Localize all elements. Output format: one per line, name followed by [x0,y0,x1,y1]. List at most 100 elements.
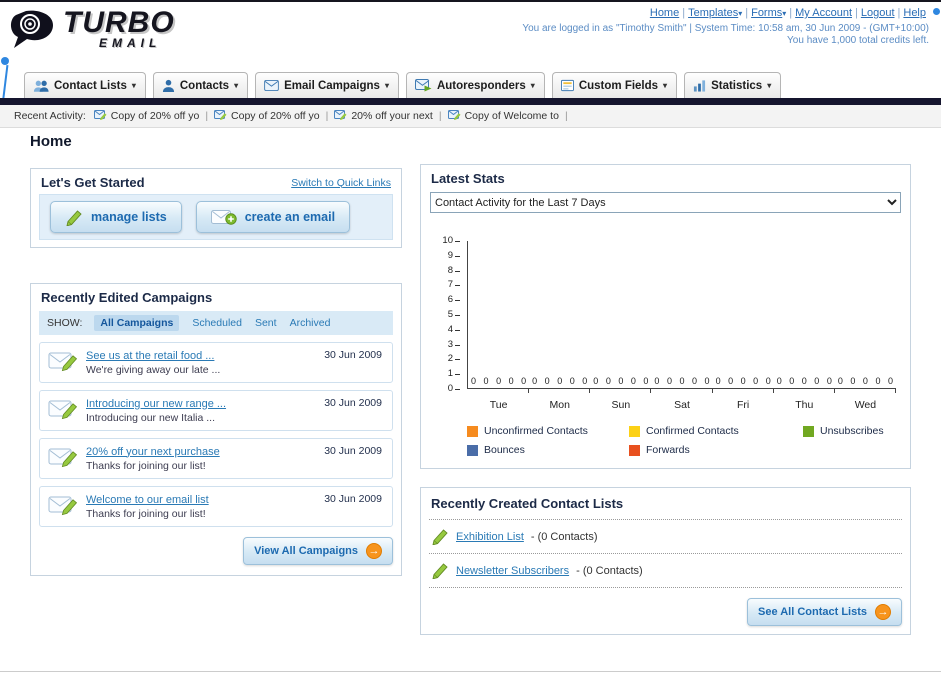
chevron-down-icon: ▾ [384,81,389,90]
campaign-title-link[interactable]: See us at the retail food ... [86,350,220,362]
recent-activity-item[interactable]: Copy of 20% off yo [214,109,320,123]
nav-tab-label: Contact Lists [54,79,127,92]
stats-header: Latest Stats [421,165,910,190]
y-axis-label: 6 [431,295,460,305]
bar-value: 0 [837,376,843,386]
contact-list-link[interactable]: Exhibition List [456,531,524,543]
nav-tab-custom-fields[interactable]: Custom Fields ▾ [551,72,678,98]
recent-activity-text: Copy of 20% off yo [110,110,200,122]
bar-value: 0 [643,376,649,386]
x-axis-label: Thu [795,399,814,411]
contact-lists-actions: See All Contact Lists → [429,598,902,626]
campaign-text: Introducing our new range ... Introducing… [86,398,226,424]
chart-day-group: 0 0 0 0 0 Wed [835,241,897,413]
autoresponders-icon [414,79,432,92]
nav-tab-statistics[interactable]: Statistics ▾ [684,72,782,98]
campaign-row[interactable]: Welcome to our email list Thanks for join… [39,486,393,527]
page-title: Home [30,133,72,150]
filter-scheduled[interactable]: Scheduled [192,317,242,329]
separator: | [855,7,858,19]
campaign-subtitle: Introducing our new Italia ... [86,411,215,424]
chevron-down-icon: ▾ [234,81,239,90]
legend-label: Unconfirmed Contacts [484,425,588,437]
header-links: Home | Templates ▾ | Forms ▾ | My Account | Logo… [647,7,929,19]
recently-edited-campaigns-panel: Recently Edited Campaigns SHOW: All Camp… [30,283,402,576]
turbo-email-dashboard: TURBO EMAIL Home | Templates ▾ | Forms ▾ | My … [0,0,941,683]
email-campaigns-icon [264,80,279,91]
legend-label: Unsubscribes [820,425,884,437]
chart-day-group: 0 0 0 0 0 Sun [590,241,652,413]
header-link-templates[interactable]: Templates ▾ [688,7,742,19]
x-axis-label: Fri [737,399,750,411]
filter-archived[interactable]: Archived [290,317,331,329]
bar-value: 0 [801,376,807,386]
legend-swatch [629,425,640,437]
separator: | [325,110,329,122]
recent-activity-item[interactable]: Copy of 20% off yo [93,109,200,123]
campaign-row[interactable]: See us at the retail food ... We're givin… [39,342,393,383]
bar-values: 00000 [654,376,709,386]
separator: | [897,7,901,19]
contact-list-link[interactable]: Newsletter Subscribers [456,565,569,577]
recent-activity-bar: Recent Activity: Copy of 20% off yo | Copy… [0,105,941,128]
campaign-row[interactable]: Introducing our new range ... Introducing… [39,390,393,431]
chevron-down-icon: ▾ [738,9,743,18]
recent-activity-text: 20% off your next [351,110,433,122]
nav-tab-autoresponders[interactable]: Autoresponders ▾ [405,72,545,98]
campaign-row[interactable]: 20% off your next purchase Thanks for joi… [39,438,393,479]
chart-day-group: 0 0 0 0 0 Tue [468,241,530,413]
contacts-icon [162,79,175,92]
header-link-my-account[interactable]: My Account [795,7,852,19]
bar-values: 00000 [777,376,832,386]
create-an-email-button[interactable]: create an email [195,201,351,233]
switch-to-quick-links-link[interactable]: Switch to Quick Links [291,177,391,189]
bar-value: 0 [789,376,795,386]
contact-list-items: Exhibition List - (0 Contacts) Newsletter… [421,520,910,588]
chart-legend: Unconfirmed Contacts Confirmed Contacts Un… [467,425,910,456]
contact-lists-icon [33,79,49,93]
campaign-title-link[interactable]: 20% off your next purchase [86,446,220,458]
contact-list-row[interactable]: Newsletter Subscribers - (0 Contacts) [429,554,902,588]
chevron-down-icon: ▾ [782,9,787,18]
bar-value: 0 [605,376,611,386]
bar-value: 0 [593,376,599,386]
see-all-contact-lists-button[interactable]: See All Contact Lists → [746,598,902,626]
recent-activity-text: Copy of Welcome to [464,110,559,122]
chart-y-axis: 10 9 8 7 6 5 4 3 2 1 0 [431,236,461,394]
legend-item: Confirmed Contacts [629,425,799,437]
recent-activity-item[interactable]: Copy of Welcome to [447,109,559,123]
bar-value: 0 [887,376,893,386]
separator: | [438,110,442,122]
header-link-home[interactable]: Home [650,7,679,19]
chart-day-group: 0 0 0 0 0 Fri [713,241,774,413]
manage-lists-button[interactable]: manage lists [50,201,182,233]
header-link-logout[interactable]: Logout [861,7,895,19]
bar-value: 0 [496,376,502,386]
bar-value: 0 [715,376,721,386]
y-axis-label: 2 [431,354,460,364]
envelope-plus-icon [210,208,237,226]
statistics-icon [693,79,706,92]
campaign-title-link[interactable]: Welcome to our email list [86,494,209,506]
y-axis-label: 5 [431,310,460,320]
header-link-help[interactable]: Help [903,7,926,19]
view-all-campaigns-button[interactable]: View All Campaigns → [243,537,393,565]
bar-value: 0 [618,376,624,386]
nav-tab-email-campaigns[interactable]: Email Campaigns ▾ [255,72,399,98]
campaign-title-link[interactable]: Introducing our new range ... [86,398,226,410]
stats-period-select[interactable]: Contact Activity for the Last 7 Days [430,192,901,213]
chevron-down-icon: ▾ [767,81,772,90]
contact-lists-title: Recently Created Contact Lists [431,496,624,511]
recent-activity-item[interactable]: 20% off your next [334,109,433,123]
nav-tab-contact-lists[interactable]: Contact Lists ▾ [24,72,146,98]
campaign-date: 30 Jun 2009 [324,397,382,409]
contact-list-row[interactable]: Exhibition List - (0 Contacts) [429,520,902,554]
nav-tab-label: Statistics [711,79,763,92]
filter-all-campaigns[interactable]: All Campaigns [94,315,180,331]
legend-item: Unsubscribes [803,425,910,437]
nav-tab-contacts[interactable]: Contacts ▾ [152,72,249,98]
chevron-down-icon: ▾ [663,81,668,90]
header-link-forms[interactable]: Forms ▾ [751,7,786,19]
y-axis-label: 7 [431,280,460,290]
filter-sent[interactable]: Sent [255,317,277,329]
